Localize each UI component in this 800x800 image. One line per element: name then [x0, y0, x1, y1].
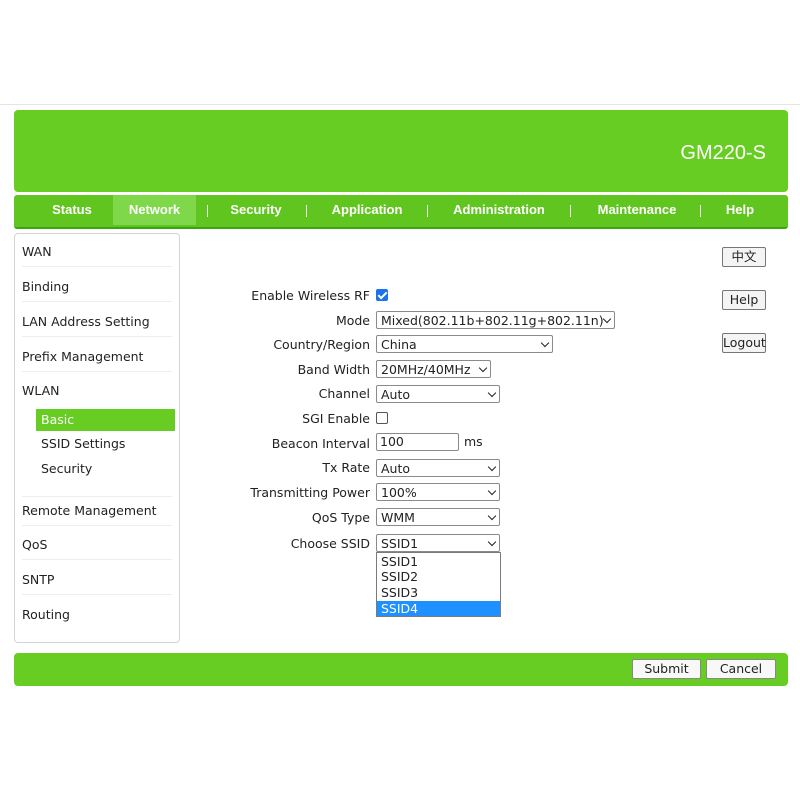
tx-power-select[interactable]: 100%: [376, 483, 500, 501]
chevron-down-icon: [540, 338, 550, 348]
nav-separator: [207, 205, 208, 217]
ssid-option-3[interactable]: SSID3: [377, 585, 500, 600]
footer-bar: Submit Cancel: [14, 653, 788, 686]
mode-select-value: Mixed(802.11b+802.11g+802.11n): [381, 313, 604, 328]
beacon-interval-input[interactable]: 100: [376, 433, 459, 451]
sidebar-subitem-basic[interactable]: Basic: [36, 409, 175, 431]
sgi-label: SGI Enable: [302, 411, 370, 426]
ssid-option-2[interactable]: SSID2: [377, 569, 500, 584]
chevron-down-icon: [487, 486, 497, 496]
sidebar: WAN Binding LAN Address Setting Prefix M…: [14, 233, 180, 643]
chevron-down-icon: [478, 363, 488, 373]
choose-ssid-label: Choose SSID: [290, 536, 370, 551]
help-button[interactable]: Help: [722, 290, 766, 310]
beacon-label: Beacon Interval: [271, 436, 370, 451]
nav-separator: [700, 205, 701, 217]
chevron-down-icon: [487, 462, 497, 472]
nav-application[interactable]: Application: [312, 195, 422, 225]
country-select[interactable]: China: [376, 335, 553, 353]
nav-separator: [306, 205, 307, 217]
sidebar-item-wlan[interactable]: WLAN: [22, 377, 172, 405]
nav-separator: [570, 205, 571, 217]
nav-separator: [427, 205, 428, 217]
nav-security[interactable]: Security: [212, 195, 300, 225]
sidebar-subitem-ssid-settings[interactable]: SSID Settings: [36, 433, 175, 455]
chevron-down-icon: [602, 314, 612, 324]
bandwidth-select[interactable]: 20MHz/40MHz: [376, 360, 491, 378]
cancel-button[interactable]: Cancel: [706, 659, 776, 679]
sidebar-subitem-security[interactable]: Security: [36, 458, 175, 480]
tx-power-label: Transmitting Power: [250, 485, 370, 500]
choose-ssid-select-value: SSID1: [381, 536, 419, 551]
ssid-dropdown-list: SSID1 SSID2 SSID3 SSID4: [376, 552, 501, 617]
ssid-option-1[interactable]: SSID1: [377, 554, 500, 569]
tx-rate-select[interactable]: Auto: [376, 459, 500, 477]
chevron-down-icon: [487, 537, 497, 547]
sidebar-item-qos[interactable]: QoS: [22, 531, 172, 560]
qos-select-value: WMM: [381, 510, 415, 525]
bandwidth-select-value: 20MHz/40MHz: [381, 362, 471, 377]
sidebar-item-lan-address-setting[interactable]: LAN Address Setting: [22, 308, 172, 337]
enable-rf-checkbox[interactable]: [376, 289, 388, 301]
sgi-checkbox[interactable]: [376, 412, 388, 424]
chevron-down-icon: [487, 388, 497, 398]
country-select-value: China: [381, 337, 417, 352]
sidebar-item-sntp[interactable]: SNTP: [22, 566, 172, 595]
nav-network[interactable]: Network: [113, 195, 196, 225]
brand-model: GM220-S: [680, 142, 766, 164]
enable-rf-label: Enable Wireless RF: [251, 288, 370, 303]
sidebar-item-remote-management[interactable]: Remote Management: [22, 496, 172, 526]
tx-power-select-value: 100%: [381, 485, 417, 500]
ssid-option-4[interactable]: SSID4: [377, 601, 500, 616]
country-label: Country/Region: [273, 337, 370, 352]
nav-administration[interactable]: Administration: [434, 195, 564, 225]
nav-help[interactable]: Help: [704, 195, 776, 225]
channel-label: Channel: [318, 386, 370, 401]
sidebar-item-binding[interactable]: Binding: [22, 273, 172, 302]
tx-rate-label: Tx Rate: [322, 460, 370, 475]
mode-label: Mode: [335, 313, 370, 328]
submit-button[interactable]: Submit: [632, 659, 701, 679]
top-divider: [0, 104, 800, 105]
sidebar-item-wan[interactable]: WAN: [22, 238, 172, 267]
nav-maintenance[interactable]: Maintenance: [577, 195, 697, 225]
bandwidth-label: Band Width: [297, 362, 370, 377]
main-nav: Status Network Security Application Admi…: [14, 195, 788, 229]
channel-select[interactable]: Auto: [376, 385, 500, 403]
channel-select-value: Auto: [381, 387, 411, 402]
mode-select[interactable]: Mixed(802.11b+802.11g+802.11n): [376, 311, 615, 329]
sidebar-item-prefix-management[interactable]: Prefix Management: [22, 343, 172, 372]
chevron-down-icon: [487, 511, 497, 521]
language-button[interactable]: 中文: [722, 247, 766, 267]
sidebar-item-routing[interactable]: Routing: [22, 601, 172, 629]
qos-label: QoS Type: [311, 510, 370, 525]
qos-select[interactable]: WMM: [376, 508, 500, 526]
logout-button[interactable]: Logout: [722, 333, 766, 353]
tx-rate-select-value: Auto: [381, 461, 411, 476]
beacon-unit: ms: [464, 434, 483, 449]
header-banner: GM220-S: [14, 110, 788, 192]
nav-status[interactable]: Status: [28, 195, 116, 225]
choose-ssid-select[interactable]: SSID1: [376, 534, 500, 552]
